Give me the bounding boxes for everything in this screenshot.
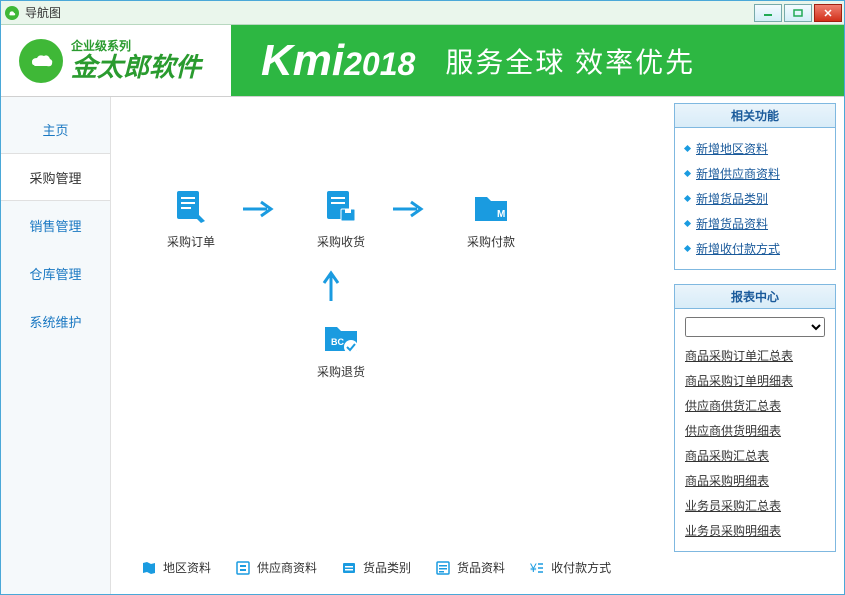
- related-link[interactable]: 新增货品类别: [685, 186, 825, 211]
- report-link[interactable]: 供应商供货汇总表: [685, 393, 825, 418]
- bullet-icon: [684, 220, 691, 227]
- related-link[interactable]: 新增货品资料: [685, 211, 825, 236]
- bottom-links: 地区资料 供应商资料 货品类别 货品资料 ¥ 收付款方式: [121, 559, 664, 576]
- report-panel: 报表中心 商品采购订单汇总表 商品采购订单明细表 供应商供货汇总表 供应商供货明…: [674, 284, 836, 552]
- app-icon: [5, 6, 19, 20]
- svg-text:BC: BC: [331, 337, 344, 347]
- report-link[interactable]: 供应商供货明细表: [685, 418, 825, 443]
- main-area: 采购订单 采购收货 M 采: [111, 97, 674, 594]
- node-purchase-return[interactable]: BC 采购退货: [301, 317, 381, 380]
- node-label: 采购退货: [301, 363, 381, 380]
- sidebar-item-system[interactable]: 系统维护: [1, 297, 110, 345]
- link-payment-method[interactable]: ¥ 收付款方式: [529, 559, 611, 576]
- folder-money-icon: M: [471, 187, 511, 227]
- maximize-button[interactable]: [784, 4, 812, 22]
- arrow-right-icon: [391, 199, 427, 219]
- arrow-right-icon: [241, 199, 277, 219]
- report-link[interactable]: 商品采购汇总表: [685, 443, 825, 468]
- related-link[interactable]: 新增收付款方式: [685, 236, 825, 261]
- close-button[interactable]: [814, 4, 842, 22]
- svg-text:M: M: [497, 209, 505, 220]
- svg-text:¥: ¥: [529, 561, 537, 575]
- sidebar: 主页 采购管理 销售管理 仓库管理 系统维护: [1, 97, 111, 594]
- node-label: 采购订单: [151, 233, 231, 250]
- report-link[interactable]: 商品采购订单明细表: [685, 368, 825, 393]
- sidebar-item-purchase[interactable]: 采购管理: [1, 153, 110, 201]
- related-panel: 相关功能 新增地区资料 新增供应商资料 新增货品类别 新增货品资料 新增收付款方…: [674, 103, 836, 270]
- node-purchase-receive[interactable]: 采购收货: [301, 187, 381, 250]
- body: 主页 采购管理 销售管理 仓库管理 系统维护 采购订单: [1, 97, 844, 594]
- banner-green: Kmi2018 服务全球 效率优先: [231, 25, 844, 96]
- category-icon: [341, 560, 357, 576]
- node-purchase-order[interactable]: 采购订单: [151, 187, 231, 250]
- workflow-diagram: 采购订单 采购收货 M 采: [121, 107, 664, 387]
- minimize-button[interactable]: [754, 4, 782, 22]
- node-purchase-pay[interactable]: M 采购付款: [451, 187, 531, 250]
- product-name: Kmi2018: [261, 36, 415, 86]
- logo-area: 企业级系列 金太郎软件: [1, 39, 231, 83]
- bullet-icon: [684, 195, 691, 202]
- report-link[interactable]: 业务员采购明细表: [685, 518, 825, 543]
- arrow-up-icon: [321, 267, 341, 303]
- titlebar: 导航图: [1, 1, 844, 25]
- document-edit-icon: [171, 187, 211, 227]
- sidebar-item-home[interactable]: 主页: [1, 105, 110, 153]
- map-icon: [141, 560, 157, 576]
- report-link[interactable]: 商品采购明细表: [685, 468, 825, 493]
- related-link[interactable]: 新增供应商资料: [685, 161, 825, 186]
- right-column: 相关功能 新增地区资料 新增供应商资料 新增货品类别 新增货品资料 新增收付款方…: [674, 97, 844, 594]
- folder-check-icon: BC: [321, 317, 361, 357]
- link-supplier-data[interactable]: 供应商资料: [235, 559, 317, 576]
- report-select[interactable]: [685, 317, 825, 337]
- link-region-data[interactable]: 地区资料: [141, 559, 211, 576]
- supplier-icon: [235, 560, 251, 576]
- bullet-icon: [684, 145, 691, 152]
- link-goods-data[interactable]: 货品资料: [435, 559, 505, 576]
- app-window: 导航图 企业级系列 金太郎软件 Kmi2018 服务全球 效率优先: [0, 0, 845, 595]
- banner: 企业级系列 金太郎软件 Kmi2018 服务全球 效率优先: [1, 25, 844, 97]
- logo-title: 金太郎软件: [71, 53, 201, 82]
- node-label: 采购收货: [301, 233, 381, 250]
- report-link[interactable]: 商品采购订单汇总表: [685, 343, 825, 368]
- window-title: 导航图: [25, 4, 61, 21]
- bullet-icon: [684, 170, 691, 177]
- logo-icon: [19, 39, 63, 83]
- slogan: 服务全球 效率优先: [445, 41, 695, 81]
- goods-icon: [435, 560, 451, 576]
- document-box-icon: [321, 187, 361, 227]
- node-label: 采购付款: [451, 233, 531, 250]
- bullet-icon: [684, 245, 691, 252]
- sidebar-item-sales[interactable]: 销售管理: [1, 201, 110, 249]
- logo-subtitle: 企业级系列: [71, 40, 201, 53]
- link-category[interactable]: 货品类别: [341, 559, 411, 576]
- related-link[interactable]: 新增地区资料: [685, 136, 825, 161]
- payment-icon: ¥: [529, 560, 545, 576]
- sidebar-item-warehouse[interactable]: 仓库管理: [1, 249, 110, 297]
- related-panel-title: 相关功能: [675, 104, 835, 128]
- report-link[interactable]: 业务员采购汇总表: [685, 493, 825, 518]
- report-panel-title: 报表中心: [675, 285, 835, 309]
